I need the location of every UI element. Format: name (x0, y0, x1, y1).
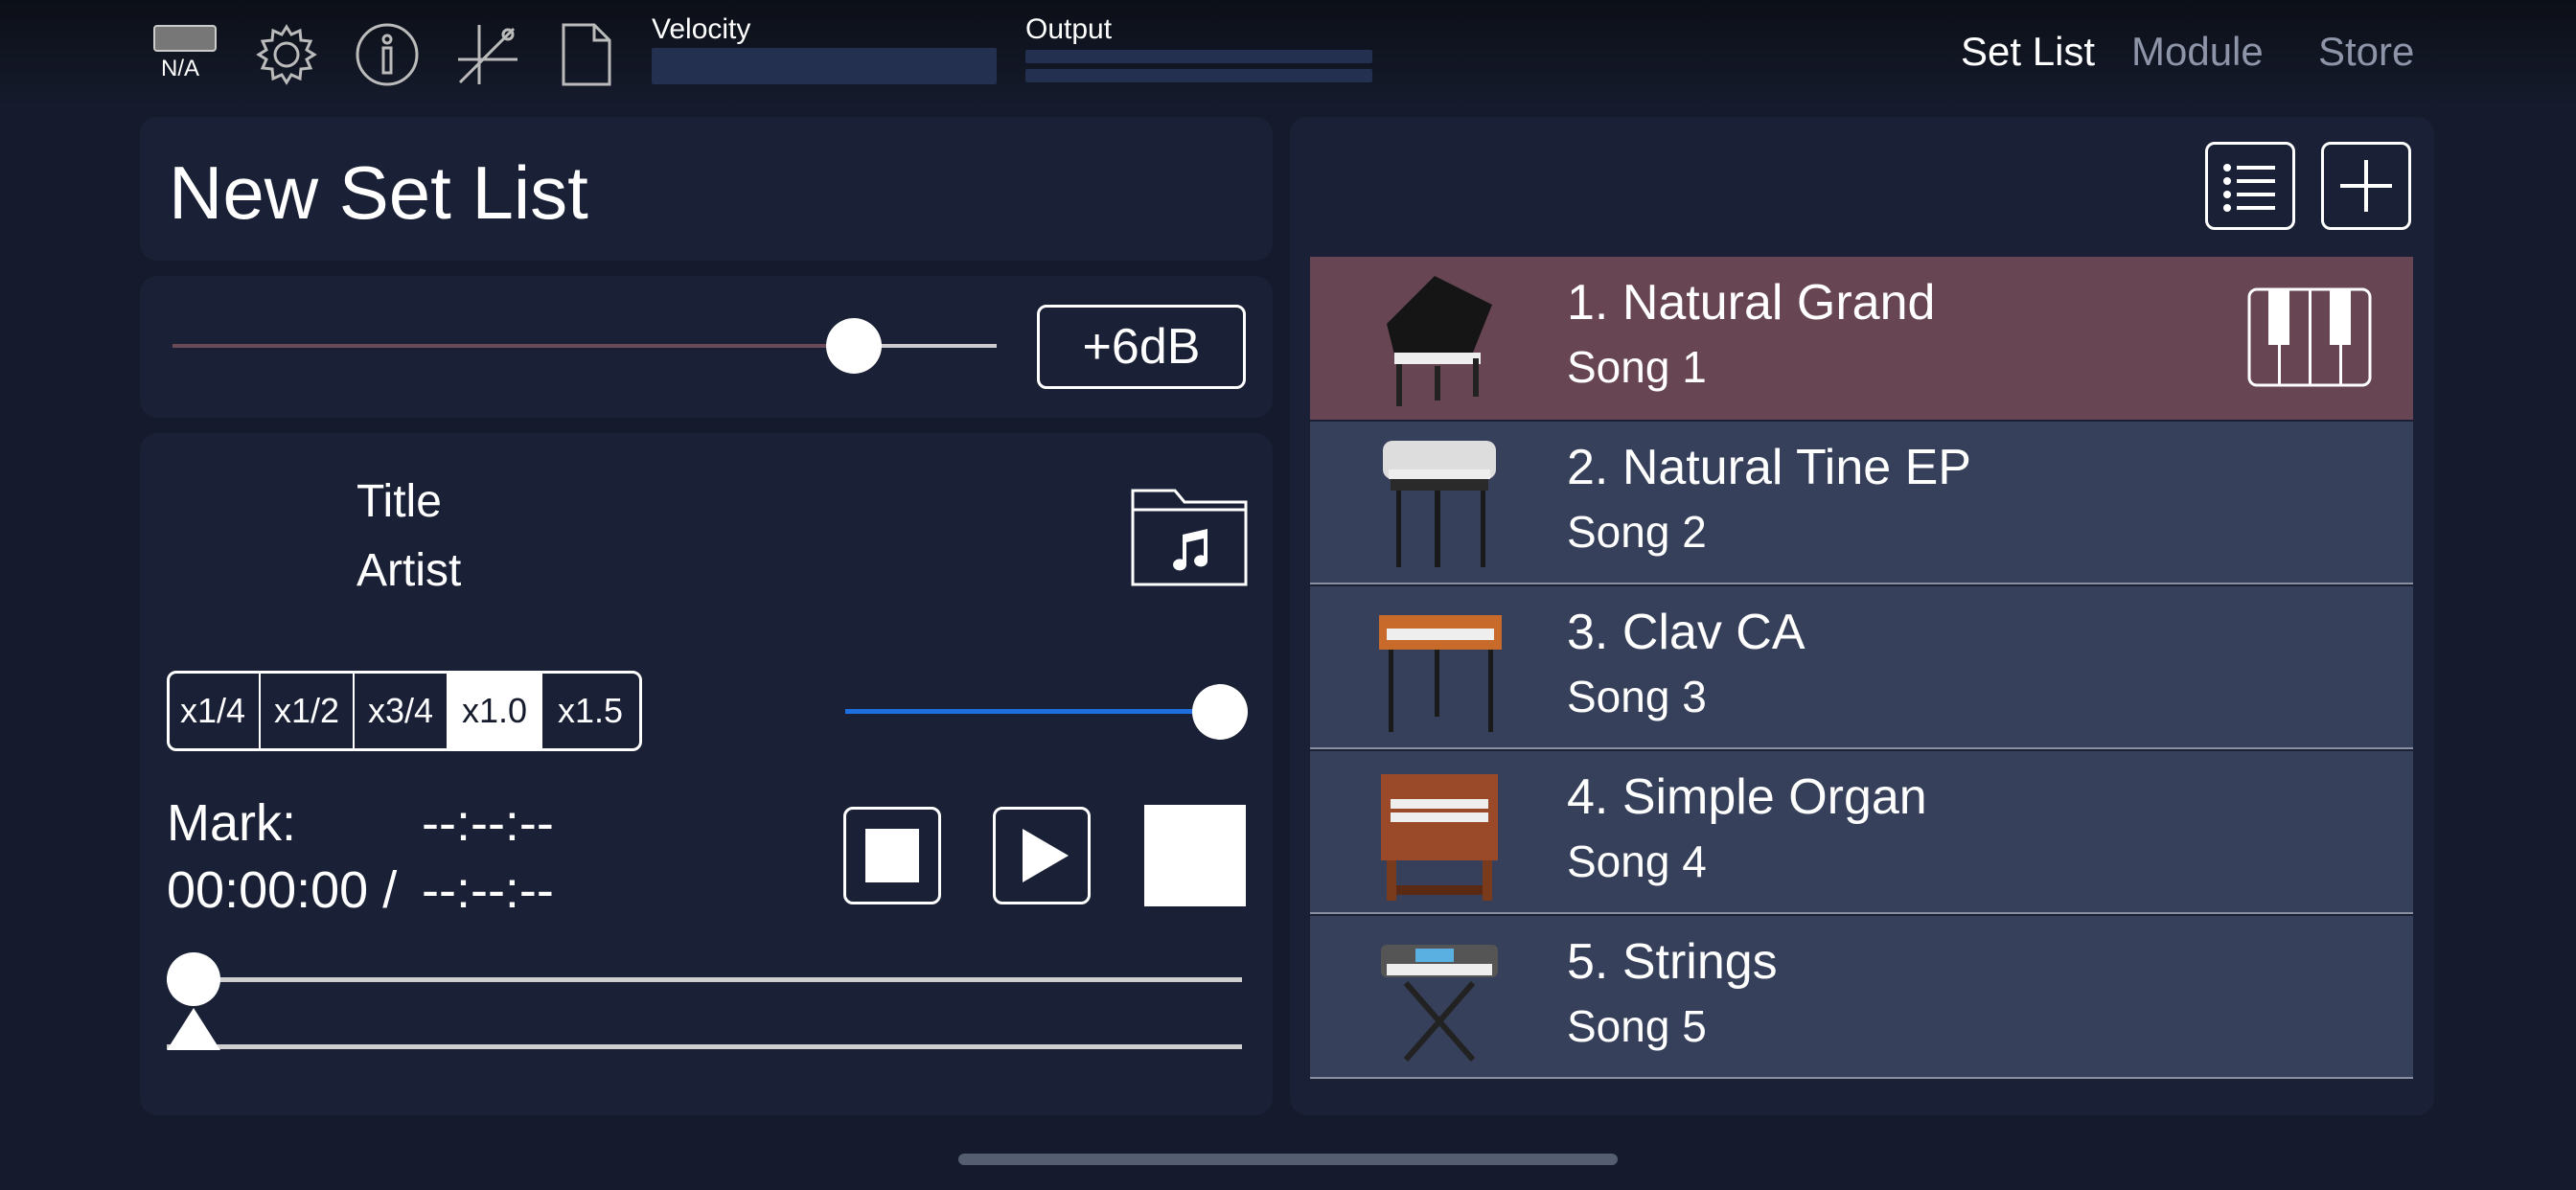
list-item[interactable]: 2. Natural Tine EP Song 2 (1310, 422, 2413, 584)
electric-piano-image (1368, 431, 1511, 575)
list-item[interactable]: 3. Clav CA Song 3 (1310, 586, 2413, 749)
output-meter-right (1025, 69, 1372, 82)
synth-keyboard-image (1368, 926, 1511, 1069)
tab-store[interactable]: Store (2318, 29, 2414, 75)
list-icon (2223, 164, 2275, 212)
player-panel: Title Artist (140, 433, 1273, 1115)
music-folder-icon[interactable] (1131, 485, 1248, 586)
gain-label: +6dB (1082, 319, 1201, 375)
battery-icon (153, 25, 217, 52)
song-subtitle: Song 3 (1567, 672, 1707, 721)
song-name: 2. Natural Tine EP (1567, 440, 1971, 495)
stop-icon (865, 829, 919, 882)
keyboard-icon[interactable] (2247, 287, 2372, 392)
setlist-title-panel: New Set List (140, 117, 1273, 261)
tab-set-list[interactable]: Set List (1961, 29, 2095, 75)
gear-icon[interactable] (253, 21, 320, 88)
tab-module[interactable]: Module (2131, 29, 2264, 75)
play-button[interactable] (993, 807, 1091, 904)
velocity-label: Velocity (652, 13, 751, 45)
speed-slider-track (845, 709, 1219, 714)
mark-time: --:--:-- (422, 794, 554, 852)
song-name: 4. Simple Organ (1567, 769, 1927, 825)
playback-position: 00:00:00 / (167, 861, 398, 919)
song-name: 5. Strings (1567, 934, 1778, 990)
speed-option-quarter[interactable]: x1/4 (167, 671, 261, 751)
position-slider-thumb[interactable] (167, 952, 220, 1006)
gain-button[interactable]: +6dB (1037, 305, 1246, 389)
record-button[interactable] (1144, 805, 1246, 906)
mark-label: Mark: (167, 794, 296, 852)
song-subtitle: Song 1 (1567, 342, 1707, 392)
list-item[interactable]: 1. Natural Grand Song 1 (1310, 257, 2413, 420)
add-song-button[interactable] (2321, 142, 2411, 230)
speed-option-normal[interactable]: x1.0 (448, 671, 542, 751)
speed-option-three-quarter[interactable]: x3/4 (355, 671, 448, 751)
volume-panel: +6dB (140, 276, 1273, 418)
song-name: 1. Natural Grand (1567, 275, 1936, 331)
document-icon[interactable] (560, 21, 613, 88)
track-title: Title (356, 476, 442, 527)
organ-image (1368, 761, 1511, 904)
song-name: 3. Clav CA (1567, 605, 1806, 660)
speed-option-half[interactable]: x1/2 (261, 671, 355, 751)
setlist-title[interactable]: New Set List (169, 149, 588, 237)
stop-button[interactable] (843, 807, 941, 904)
battery-label: N/A (161, 56, 200, 81)
velocity-meter (652, 48, 997, 84)
volume-slider-track-filled (172, 344, 859, 348)
song-subtitle: Song 2 (1567, 507, 1707, 557)
play-icon (1023, 829, 1069, 882)
speed-slider-thumb[interactable] (1192, 684, 1248, 740)
mark-slider-track (167, 1044, 1242, 1049)
grand-piano-image (1368, 266, 1511, 410)
list-view-button[interactable] (2205, 142, 2295, 230)
list-item[interactable]: 4. Simple Organ Song 4 (1310, 751, 2413, 914)
output-meter-left (1025, 50, 1372, 63)
position-slider-track (167, 977, 1242, 982)
volume-slider-thumb[interactable] (826, 318, 882, 374)
playback-duration: --:--:-- (422, 861, 554, 919)
track-artist: Artist (356, 545, 462, 596)
info-icon[interactable] (354, 21, 421, 88)
mark-slider-handle[interactable] (167, 1008, 220, 1050)
output-label: Output (1025, 13, 1113, 45)
velocity-curve-icon[interactable] (454, 21, 521, 88)
clavinet-image (1368, 596, 1511, 740)
home-indicator (958, 1154, 1618, 1165)
list-item[interactable]: 5. Strings Song 5 (1310, 916, 2413, 1079)
song-subtitle: Song 4 (1567, 836, 1707, 886)
plus-icon (2340, 160, 2392, 212)
speed-option-one-half[interactable]: x1.5 (542, 671, 638, 751)
song-subtitle: Song 5 (1567, 1001, 1707, 1051)
